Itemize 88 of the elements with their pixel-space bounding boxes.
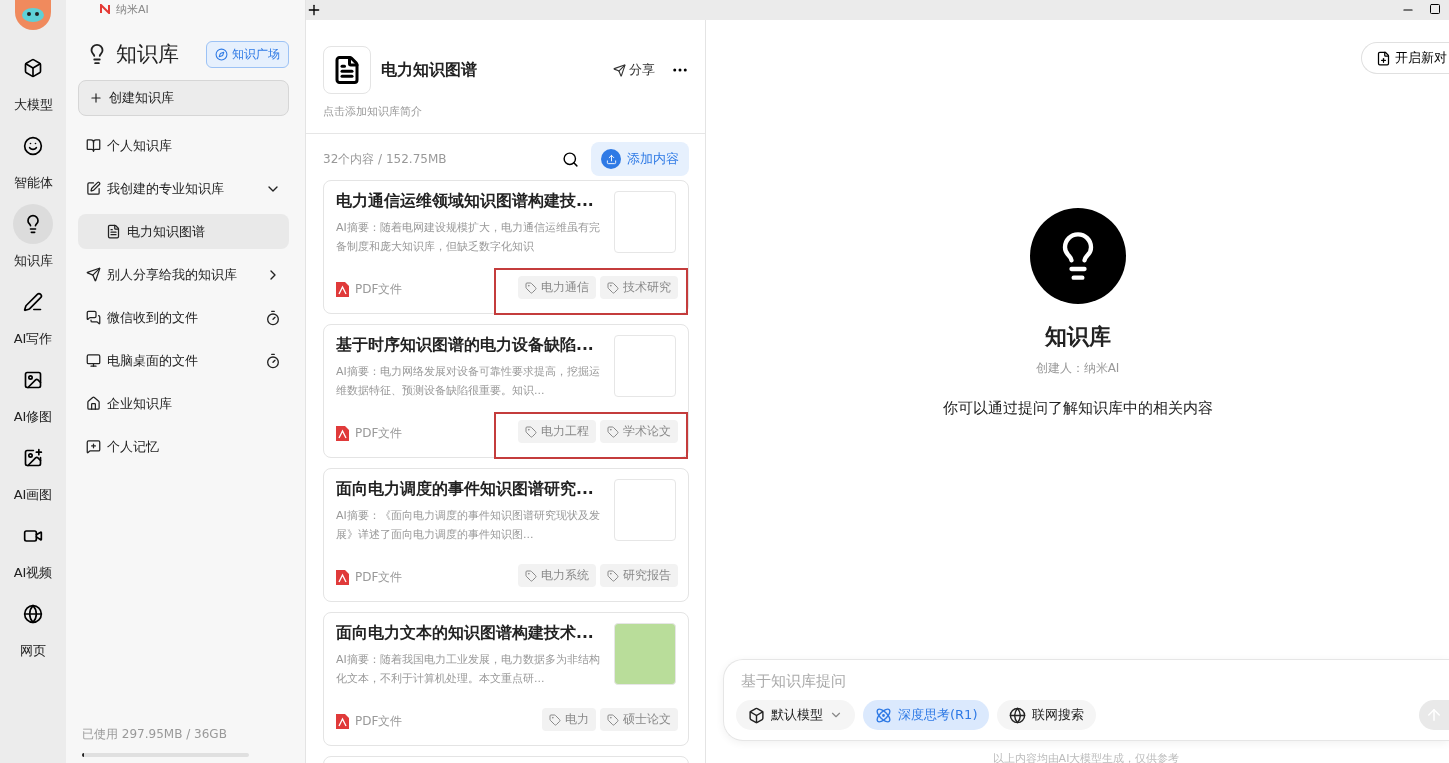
option-icon [875,706,892,724]
sidebar-item[interactable]: 企业知识库 [78,386,289,421]
tag-icon [607,569,619,582]
new-chat-icon [1376,50,1391,66]
rail-icon [23,448,43,468]
rail-item[interactable]: 智能体 [13,126,53,192]
tag-icon [607,281,619,294]
option-chip[interactable]: 深度思考(R1) [863,700,990,730]
creator-text: 创建人：纳米AI [1035,360,1120,377]
plus-icon [89,91,103,105]
item-icon [86,396,101,411]
item-icon [86,353,101,368]
library-title: 电力知识图谱 [381,59,478,81]
sidebar-item[interactable]: 我创建的专业知识库 [78,171,289,206]
timer-icon [265,352,281,369]
sidebar-title: 知识库 [86,40,179,68]
create-button[interactable]: 创建知识库 [78,80,289,116]
compass-icon [215,47,228,61]
share-button[interactable]: 分享 [607,60,661,80]
mascot-logo[interactable] [15,0,51,30]
tag-icon [525,425,537,438]
sidebar-item[interactable]: 个人记忆 [78,429,289,464]
search-icon[interactable] [562,150,579,168]
rail-item[interactable]: AI修图 [13,360,53,426]
mascot-face-icon [22,8,44,22]
rail-item[interactable]: 大模型 [13,48,53,114]
question-input[interactable]: 基于知识库提问 [736,672,1449,690]
item-icon [86,439,101,454]
tag-icon [525,281,537,294]
document-title: 面向电力调度的事件知识图谱研究... [336,479,595,500]
tag-icon [607,713,619,726]
file-type: PDF文件 [355,425,403,442]
pdf-icon [336,714,349,729]
hint-text: 你可以通过提问了解知识库中的相关内容 [942,399,1213,418]
option-chip[interactable]: 默认模型 [736,700,855,730]
rail-item[interactable]: 网页 [13,594,53,660]
rail-icon [23,370,43,390]
new-tab-icon[interactable] [306,2,322,18]
upload-icon [601,149,621,169]
document-summary: AI摘要：电力网络发展对设备可靠性要求提高，挖掘运维数据特征、预测设备缺陷很重要。知识... [336,364,601,399]
item-icon [86,181,101,196]
option-icon [748,706,765,724]
rail-icon [23,136,43,156]
item-icon [86,267,101,282]
item-icon [86,138,101,153]
chat-title: 知识库 [1044,323,1111,351]
app-logo-icon [100,4,110,14]
pdf-icon [336,570,349,585]
maximize-icon[interactable] [1429,3,1441,15]
tag-icon [607,425,619,438]
option-icon [1009,706,1027,724]
sidebar-item[interactable]: 个人知识库 [78,128,289,163]
rail-item[interactable]: AI画图 [13,438,53,504]
option-chip[interactable]: 联网搜索 [997,700,1097,730]
item-icon [86,310,101,325]
pdf-icon [336,282,349,297]
file-type: PDF文件 [355,281,403,298]
pdf-icon [336,426,349,441]
timer-icon [265,309,281,326]
document-title: 面向电力文本的知识图谱构建技术... [336,623,595,644]
share-icon [613,63,626,77]
sidebar-item[interactable]: 电力知识图谱 [78,214,289,249]
content-count: 32个内容 / 152.75MB [323,150,448,168]
rail-icon [23,604,43,624]
rail-item[interactable]: AI写作 [13,282,53,348]
tag-icon [525,569,537,582]
rail-item[interactable]: AI视频 [13,516,53,582]
plaza-button[interactable]: 知识广场 [206,40,289,68]
storage-usage: 已使用 297.95MB / 36GB [82,726,228,743]
sidebar-item[interactable]: 微信收到的文件 [78,300,289,335]
document-summary: AI摘要：《面向电力调度的事件知识图谱研究现状及发展》详述了面向电力调度的事件知识图... [336,508,601,543]
file-type: PDF文件 [355,569,403,586]
tag-icon [549,713,561,726]
rail-icon [23,292,43,312]
document-summary: AI摘要：随着我国电力工业发展，电力数据多为非结构化文本，不利于计算机处理。本文重点研... [336,652,601,687]
question-box[interactable]: 基于知识库提问 默认模型 深度思考(R1) 联网搜索 [723,659,1449,741]
document-summary: AI摘要：随着电网建设规模扩大，电力通信运维虽有完备制度和庞大知识库，但缺乏数字化知识 [336,220,601,255]
file-type: PDF文件 [355,713,403,730]
add-content-button[interactable]: 添加内容 [591,142,689,176]
rail-icon [23,58,43,78]
document-title: 电力通信运维领域知识图谱构建技... [336,191,595,212]
new-chat-button[interactable]: 开启新对 [1361,42,1449,74]
sidebar-item[interactable]: 电脑桌面的文件 [78,343,289,378]
disclaimer-text: 以上内容均由AI大模型生成，仅供参考 [992,751,1180,763]
document-title: 基于时序知识图谱的电力设备缺陷... [336,335,595,356]
sidebar-item[interactable]: 别人分享给我的知识库 [78,257,289,292]
document-icon [106,224,121,239]
tab-title: 纳米AI [116,1,149,17]
